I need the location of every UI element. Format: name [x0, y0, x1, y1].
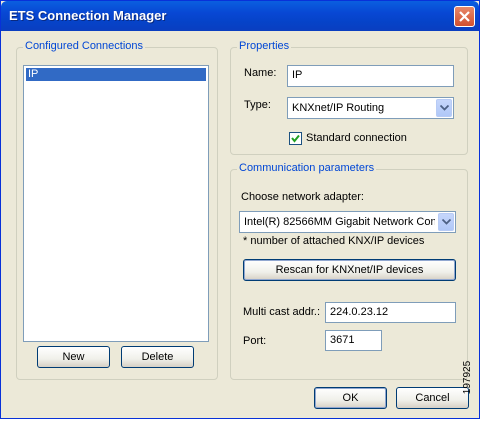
close-button[interactable] [454, 6, 475, 27]
window-title: ETS Connection Manager [9, 8, 167, 23]
properties-legend: Properties [237, 40, 292, 52]
list-item[interactable]: IP [26, 68, 206, 81]
network-adapter-select[interactable]: Intel(R) 82566MM Gigabit Network Conn [239, 211, 456, 233]
chevron-down-icon [442, 219, 451, 225]
device-count-note: * number of attached KNX/IP devices [243, 235, 425, 247]
type-select[interactable]: KNXnet/IP Routing [287, 97, 454, 119]
close-icon [459, 11, 470, 22]
checkmark-icon [291, 134, 300, 143]
chevron-down-icon [440, 105, 449, 111]
rescan-button[interactable]: Rescan for KNXnet/IP devices [243, 259, 456, 281]
cancel-button[interactable]: Cancel [396, 387, 469, 409]
connection-manager-window: ETS Connection Manager Configured Connec… [0, 0, 480, 419]
port-field[interactable]: 3671 [325, 330, 382, 351]
figure-number: 197925 [462, 340, 493, 420]
delete-button[interactable]: Delete [121, 346, 194, 368]
standard-connection-checkbox[interactable] [289, 132, 302, 145]
adapter-dropdown-button[interactable] [438, 213, 454, 231]
multicast-label: Multi cast addr.: [243, 306, 321, 318]
name-field[interactable]: IP [287, 65, 454, 87]
standard-connection-label: Standard connection [306, 132, 407, 144]
network-adapter-value: Intel(R) 82566MM Gigabit Network Conn [244, 216, 435, 228]
new-button[interactable]: New [37, 346, 110, 368]
port-label: Port: [243, 335, 267, 347]
configured-connections-legend: Configured Connections [23, 40, 146, 52]
figure-number-text: 197925 [462, 360, 474, 395]
communication-parameters-legend: Communication parameters [237, 162, 377, 174]
name-label: Name: [244, 67, 277, 79]
ok-button[interactable]: OK [314, 387, 387, 409]
network-adapter-label: Choose network adapter: [241, 191, 364, 203]
connections-list[interactable]: IP [23, 65, 209, 342]
title-bar[interactable]: ETS Connection Manager [1, 1, 479, 31]
multicast-field[interactable]: 224.0.23.12 [325, 302, 456, 323]
type-label: Type: [244, 99, 271, 111]
type-select-value: KNXnet/IP Routing [292, 102, 385, 114]
type-dropdown-button[interactable] [436, 99, 452, 117]
